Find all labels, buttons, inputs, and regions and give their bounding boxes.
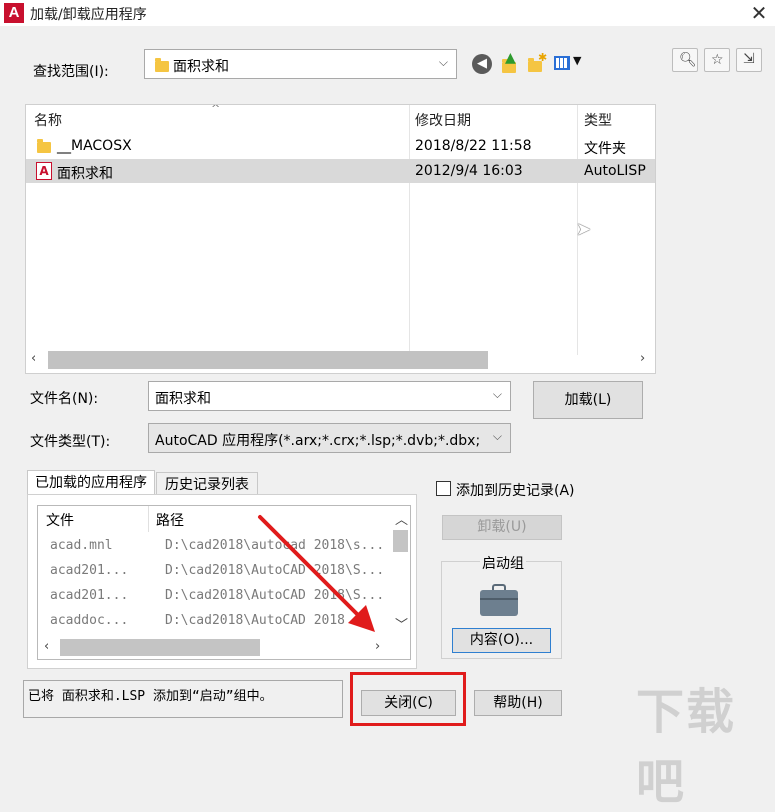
column-header-file[interactable]: 文件 <box>46 510 74 530</box>
new-folder-icon[interactable]: ✱ <box>527 51 547 75</box>
autocad-app-icon: A <box>4 3 24 23</box>
startup-suite-label: 启动组 <box>480 553 526 573</box>
scroll-left-icon[interactable]: ‹ <box>44 639 49 654</box>
status-text: 已将 面积求和.LSP 添加到“启动”组中。 <box>23 680 343 718</box>
column-header-name[interactable]: 名称 <box>34 110 62 130</box>
file-type: AutoLISP <box>584 163 646 179</box>
app-file: acaddoc... <box>50 613 129 628</box>
close-button[interactable]: 关闭(C) <box>361 690 456 716</box>
close-window-icon[interactable]: ✕ <box>748 1 770 25</box>
app-file: acad201... <box>50 588 129 603</box>
file-name: 面积求和 <box>57 166 113 182</box>
scroll-up-icon[interactable]: ︿ <box>395 509 408 528</box>
watermark-text: 下载吧 <box>636 684 737 810</box>
column-header-date[interactable]: 修改日期 <box>415 110 471 130</box>
chevron-down-icon: ⌵ <box>492 387 502 401</box>
search-web-icon[interactable]: 🔍︎ <box>672 48 698 72</box>
lookin-label: 查找范围(I): <box>33 64 109 80</box>
horizontal-scrollbar-thumb[interactable] <box>60 639 260 656</box>
favorites-icon[interactable]: ☆ <box>704 48 730 72</box>
filetype-select[interactable]: AutoCAD 应用程序(*.arx;*.crx;*.lsp;*.dvb;*.d… <box>148 423 511 453</box>
filename-input[interactable]: 面积求和 ⌵ <box>148 381 511 411</box>
add-history-label: 添加到历史记录(A) <box>456 483 575 499</box>
file-row-selected[interactable]: A 面积求和 2012/9/4 16:03 AutoLISP <box>26 159 655 183</box>
filetype-label: 文件类型(T): <box>30 434 111 450</box>
briefcase-icon <box>480 584 518 616</box>
chevron-down-icon: ⌵ <box>492 429 502 443</box>
file-row[interactable]: __MACOSX 2018/8/22 11:58 文件夹 <box>26 134 655 158</box>
lookin-combo[interactable]: 面积求和 ⌵ <box>144 49 457 79</box>
unload-button[interactable]: 卸载(U) <box>442 515 562 540</box>
load-button[interactable]: 加载(L) <box>533 381 643 419</box>
file-date: 2018/8/22 11:58 <box>415 138 532 154</box>
chevron-down-icon: ⌵ <box>438 55 448 69</box>
filename-label: 文件名(N): <box>30 391 99 407</box>
annotation-arrow <box>258 515 375 632</box>
folder-icon <box>37 139 51 153</box>
tab-loaded-apps[interactable]: 已加载的应用程序 <box>27 470 155 496</box>
sort-ascending-icon: ^ <box>211 104 221 115</box>
help-button[interactable]: 帮助(H) <box>474 690 562 716</box>
app-file: acad201... <box>50 563 129 578</box>
autocad-file-icon: A <box>36 162 52 180</box>
back-icon[interactable]: ◀ <box>472 54 492 74</box>
mouse-cursor-icon: ➤ <box>576 219 592 240</box>
vertical-scrollbar-thumb[interactable] <box>393 530 408 552</box>
window-title: 加载/卸载应用程序 <box>30 7 147 23</box>
filename-value: 面积求和 <box>155 391 211 407</box>
scroll-right-icon[interactable]: › <box>640 351 645 366</box>
file-name: __MACOSX <box>57 138 132 154</box>
up-folder-icon[interactable]: ▲ <box>500 50 518 75</box>
column-header-type[interactable]: 类型 <box>584 110 612 130</box>
scroll-left-icon[interactable]: ‹ <box>31 351 36 366</box>
horizontal-scrollbar-thumb[interactable] <box>48 351 488 369</box>
views-menu-icon[interactable]: ▼ <box>554 54 586 74</box>
column-header-path[interactable]: 路径 <box>156 510 184 530</box>
filetype-value: AutoCAD 应用程序(*.arx;*.crx;*.lsp;*.dvb;*.d… <box>155 433 481 449</box>
file-list[interactable]: 名称 ^ 修改日期 类型 __MACOSX 2018/8/22 11:58 文件… <box>25 104 656 374</box>
folder-icon <box>155 58 169 72</box>
add-history-checkbox[interactable] <box>436 481 451 496</box>
contents-button[interactable]: 内容(O)... <box>452 628 551 653</box>
scroll-down-icon[interactable]: ﹀ <box>395 614 408 633</box>
lookin-value: 面积求和 <box>173 59 229 75</box>
file-type: 文件夹 <box>584 141 626 157</box>
file-date: 2012/9/4 16:03 <box>415 163 523 179</box>
add-to-favorites-icon[interactable]: ⇲ <box>736 48 762 72</box>
app-file: acad.mnl <box>50 538 113 553</box>
